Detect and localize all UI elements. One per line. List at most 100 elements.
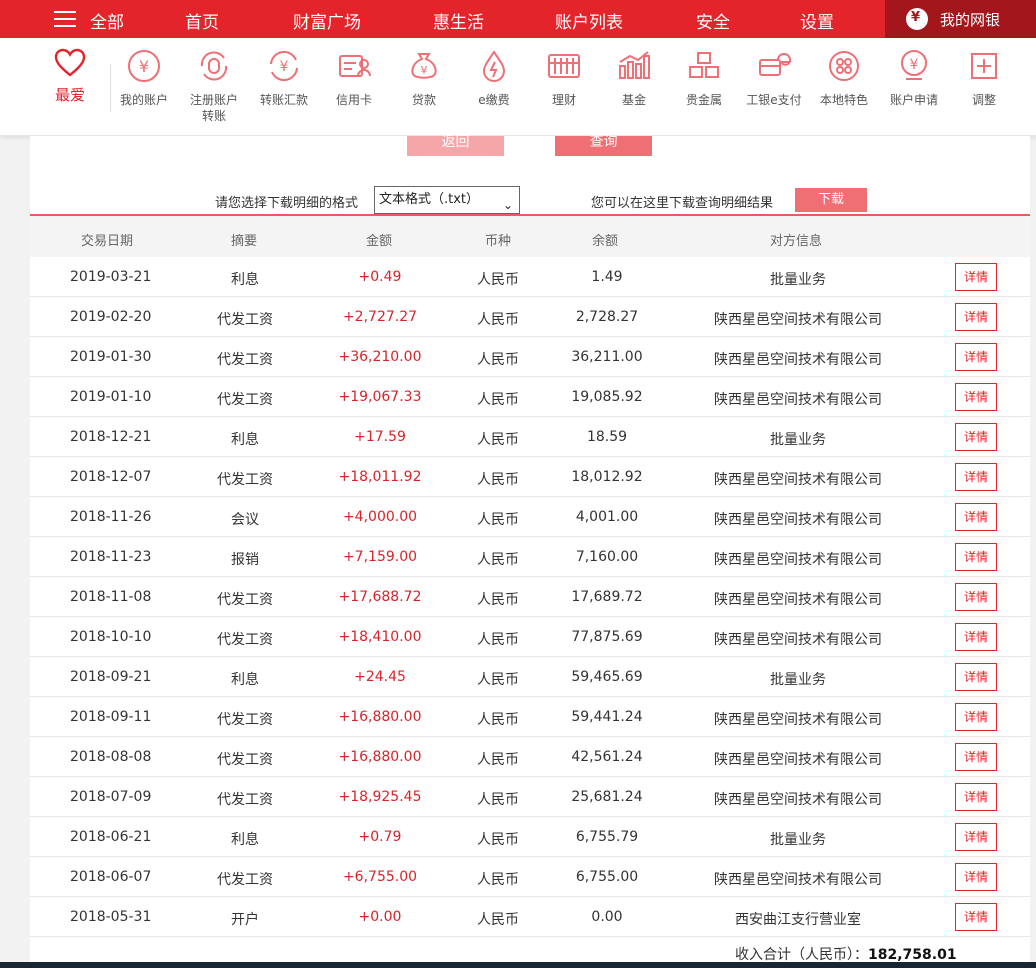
- nav-accounts[interactable]: 账户列表: [555, 8, 623, 33]
- cell-amount: +24.45: [354, 669, 406, 685]
- cell-counterparty: 批量业务: [770, 832, 826, 848]
- favorites[interactable]: 最爱: [45, 48, 95, 105]
- cell-memo: 代发工资: [217, 792, 273, 808]
- cell-currency: 人民币: [477, 472, 519, 488]
- plus-square-icon: [966, 48, 1002, 84]
- shortcut-local-features[interactable]: 本地特色: [809, 48, 879, 108]
- shortcut-credit-card[interactable]: 信用卡: [319, 48, 389, 108]
- nav-all-label[interactable]: 全部: [90, 8, 124, 33]
- shortcut-label: 注册账户转账: [189, 93, 238, 123]
- cell-memo: 代发工资: [217, 472, 273, 488]
- header-balance: 余额: [592, 234, 619, 249]
- download-format-select[interactable]: 文本格式（.txt） ⌄: [374, 186, 520, 214]
- shortcut-loan[interactable]: ¥ 贷款: [389, 48, 459, 108]
- nav-security[interactable]: 安全: [696, 8, 730, 33]
- svg-text:¥: ¥: [421, 64, 428, 77]
- income-total-label: 收入合计（人民币）：: [735, 947, 868, 963]
- header-memo: 摘要: [231, 234, 258, 249]
- shortcut-account-apply[interactable]: ¥ 账户申请: [879, 48, 949, 108]
- shortcut-label: 本地特色: [819, 93, 868, 107]
- cell-counterparty: 陕西星邑空间技术有限公司: [714, 752, 882, 768]
- detail-button[interactable]: 详情: [955, 583, 997, 611]
- table-row: 2018-07-09 代发工资 +18,925.45 人民币 25,681.24 陕西星邑…: [30, 777, 1030, 817]
- cell-memo: 利息: [231, 672, 259, 688]
- yen-circle-icon: ¥: [126, 48, 162, 84]
- shortcut-adjust[interactable]: 调整: [949, 48, 1019, 108]
- detail-button[interactable]: 详情: [955, 343, 997, 371]
- detail-button[interactable]: 详情: [955, 503, 997, 531]
- e-pay-icon: [756, 48, 792, 84]
- cell-currency: 人民币: [477, 792, 519, 808]
- shortcut-label: 工银e支付: [746, 93, 802, 107]
- shortcut-label: 转账汇款: [259, 93, 308, 107]
- cell-memo: 代发工资: [217, 592, 273, 608]
- cell-date: 2018-09-11: [70, 709, 152, 725]
- shortcut-my-account[interactable]: ¥ 我的账户: [109, 48, 179, 108]
- nav-settings[interactable]: 设置: [800, 8, 834, 33]
- statement-panel: 返回 查询 请您选择下载明细的格式 文本格式（.txt） ⌄ 您可以在这里下载查…: [30, 135, 1030, 968]
- nav-home[interactable]: 首页: [185, 8, 219, 33]
- detail-button[interactable]: 详情: [955, 623, 997, 651]
- loan-bag-icon: ¥: [406, 48, 442, 84]
- cell-date: 2019-03-21: [70, 269, 152, 285]
- e-payment-icon: [476, 48, 512, 84]
- svg-text:¥: ¥: [139, 57, 149, 76]
- back-button[interactable]: 返回: [407, 135, 504, 156]
- detail-button[interactable]: 详情: [955, 543, 997, 571]
- shortcut-fund[interactable]: 基金: [599, 48, 669, 108]
- cell-memo: 代发工资: [217, 872, 273, 888]
- top-nav: 全部 首页 财富广场 惠生活 账户列表 安全 设置 我的网银: [0, 0, 1036, 38]
- detail-button[interactable]: 详情: [955, 383, 997, 411]
- register-transfer-icon: [196, 48, 232, 84]
- cell-memo: 会议: [231, 512, 259, 528]
- cell-currency: 人民币: [477, 912, 519, 928]
- cell-amount: +18,925.45: [338, 789, 422, 805]
- my-bank-button[interactable]: 我的网银: [885, 0, 1036, 38]
- shortcut-label: 我的账户: [119, 93, 168, 107]
- fund-chart-icon: [616, 48, 652, 84]
- detail-button[interactable]: 详情: [955, 903, 997, 931]
- cell-currency: 人民币: [477, 552, 519, 568]
- download-format-label: 请您选择下载明细的格式: [215, 196, 359, 211]
- shortcut-label: 贵金属: [685, 93, 722, 107]
- detail-button[interactable]: 详情: [955, 303, 997, 331]
- detail-button[interactable]: 详情: [955, 463, 997, 491]
- cell-amount: +0.00: [358, 909, 402, 925]
- shortcut-icbc-epay[interactable]: 工银e支付: [739, 48, 809, 108]
- hamburger-icon[interactable]: [54, 11, 76, 27]
- cell-memo: 报销: [231, 552, 259, 568]
- cell-amount: +18,410.00: [338, 629, 422, 645]
- cell-date: 2019-01-30: [70, 349, 152, 365]
- shortcut-e-payment[interactable]: e缴费: [459, 48, 529, 108]
- detail-button[interactable]: 详情: [955, 263, 997, 291]
- detail-button[interactable]: 详情: [955, 743, 997, 771]
- cell-memo: 代发工资: [217, 312, 273, 328]
- detail-button[interactable]: 详情: [955, 863, 997, 891]
- cell-counterparty: 批量业务: [770, 272, 826, 288]
- cell-currency: 人民币: [477, 632, 519, 648]
- cell-amount: +17,688.72: [338, 589, 422, 605]
- shortcut-transfer[interactable]: ¥ 转账汇款: [249, 48, 319, 108]
- cell-memo: 代发工资: [217, 352, 273, 368]
- cell-currency: 人民币: [477, 712, 519, 728]
- shortcut-finance[interactable]: 理财: [529, 48, 599, 108]
- cell-date: 2018-06-07: [70, 869, 152, 885]
- shortcut-register-transfer[interactable]: 注册账户转账: [179, 48, 249, 124]
- query-button[interactable]: 查询: [555, 135, 652, 156]
- cell-memo: 开户: [231, 912, 259, 928]
- detail-button[interactable]: 详情: [955, 663, 997, 691]
- detail-button[interactable]: 详情: [955, 823, 997, 851]
- detail-button[interactable]: 详情: [955, 783, 997, 811]
- cell-currency: 人民币: [477, 872, 519, 888]
- table-row: 2018-05-31 开户 +0.00 人民币 0.00 西安曲江支行营业室 详情: [30, 897, 1030, 937]
- detail-button[interactable]: 详情: [955, 703, 997, 731]
- cell-currency: 人民币: [477, 672, 519, 688]
- nav-life[interactable]: 惠生活: [433, 8, 484, 33]
- income-total: 收入合计（人民币）：182,758.01: [735, 944, 957, 964]
- detail-button[interactable]: 详情: [955, 423, 997, 451]
- nav-wealth[interactable]: 财富广场: [293, 8, 361, 33]
- shortcut-precious-metals[interactable]: 贵金属: [669, 48, 739, 108]
- nav-all-menu[interactable]: 全部: [0, 0, 150, 38]
- download-button[interactable]: 下载: [795, 188, 867, 212]
- cell-memo: 代发工资: [217, 752, 273, 768]
